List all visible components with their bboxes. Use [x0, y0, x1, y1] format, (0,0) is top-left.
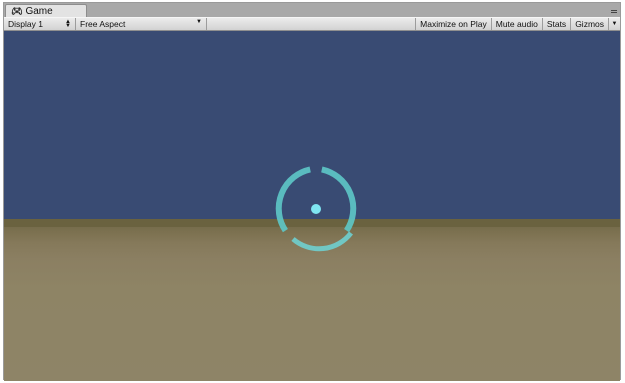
- aspect-dropdown-label: Free Aspect: [80, 19, 126, 29]
- reticle-arc-bottom: [291, 231, 353, 252]
- updown-arrows-icon: ▲ ▼: [65, 19, 71, 29]
- game-viewport[interactable]: [4, 31, 620, 381]
- reticle-arc-left: [275, 166, 311, 233]
- stats-button[interactable]: Stats: [543, 18, 572, 30]
- tab-game[interactable]: 🎮︎ Game: [5, 4, 87, 17]
- window-menu-icon[interactable]: [607, 5, 617, 15]
- tab-game-label: Game: [25, 5, 53, 17]
- game-window: 🎮︎ Game Display 1 ▲ ▼ Free Aspect ▼ Maxim…: [3, 2, 621, 381]
- gizmos-dropdown-arrow-icon[interactable]: ▼: [609, 18, 620, 30]
- mute-audio-label: Mute audio: [495, 19, 538, 29]
- aspect-dropdown[interactable]: Free Aspect ▼: [76, 18, 207, 30]
- gizmos-button[interactable]: Gizmos: [571, 18, 609, 30]
- stats-label: Stats: [546, 19, 567, 29]
- toolbar-spacer: [207, 18, 417, 30]
- maximize-on-play-label: Maximize on Play: [420, 19, 487, 29]
- gizmos-label: Gizmos: [575, 19, 604, 29]
- maximize-on-play-button[interactable]: Maximize on Play: [416, 18, 492, 30]
- tab-bar: 🎮︎ Game: [4, 3, 620, 17]
- dropdown-arrow-icon: ▼: [196, 19, 202, 25]
- reticle-icon: [275, 166, 357, 252]
- display-dropdown[interactable]: Display 1 ▲ ▼: [4, 18, 76, 30]
- reticle-arc-right: [321, 166, 357, 233]
- unity-game-icon: 🎮︎: [11, 5, 23, 16]
- reticle-center-dot: [311, 204, 321, 214]
- game-toolbar: Display 1 ▲ ▼ Free Aspect ▼ Maximize on P…: [4, 17, 620, 31]
- mute-audio-button[interactable]: Mute audio: [492, 18, 543, 30]
- display-dropdown-label: Display 1: [8, 19, 43, 29]
